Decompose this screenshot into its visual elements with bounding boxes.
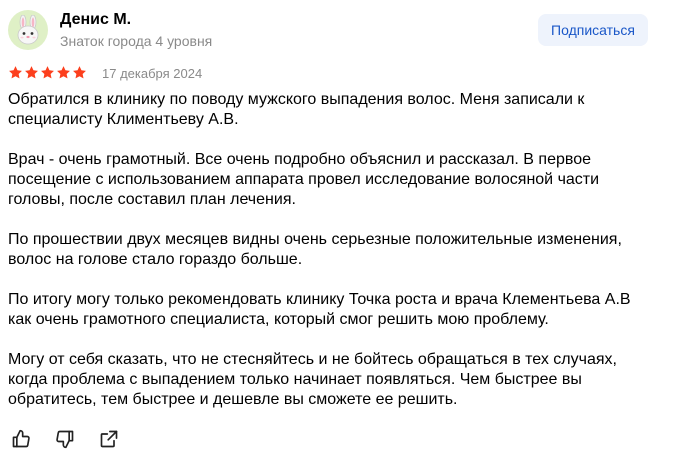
share-icon <box>100 430 118 448</box>
star-icon <box>73 66 86 79</box>
review-card: Денис М. Знаток города 4 уровня Подписат… <box>0 0 678 453</box>
thumbs-down-icon <box>56 430 74 449</box>
review-paragraph: По прошествии двух месяцев видны очень с… <box>8 231 622 268</box>
dislike-button[interactable] <box>54 428 76 450</box>
review-paragraph: Обратился в клинику по поводу мужского в… <box>8 91 585 128</box>
bunny-avatar-icon <box>17 15 39 45</box>
avatar[interactable] <box>8 10 48 50</box>
author-name[interactable]: Денис М. <box>60 11 131 29</box>
star-icon <box>25 66 38 79</box>
review-paragraph: Могу от себя сказать, что не стесняйтесь… <box>8 351 617 408</box>
review-date: 17 декабря 2024 <box>102 66 203 81</box>
rating-stars <box>8 65 87 80</box>
like-button[interactable] <box>10 428 32 450</box>
review-paragraph: Врач - очень грамотный. Все очень подроб… <box>8 151 600 208</box>
author-level: Знаток города 4 уровня <box>60 33 213 49</box>
star-icon <box>57 66 70 79</box>
subscribe-button[interactable]: Подписаться <box>538 14 648 46</box>
review-actions <box>10 428 120 450</box>
share-button[interactable] <box>98 428 120 450</box>
review-paragraph: По итогу могу только рекомендовать клини… <box>8 291 631 328</box>
star-icon <box>9 66 22 79</box>
thumbs-up-icon <box>12 429 30 448</box>
review-text: Обратился в клинику по поводу мужского в… <box>8 90 658 410</box>
star-icon <box>41 66 54 79</box>
